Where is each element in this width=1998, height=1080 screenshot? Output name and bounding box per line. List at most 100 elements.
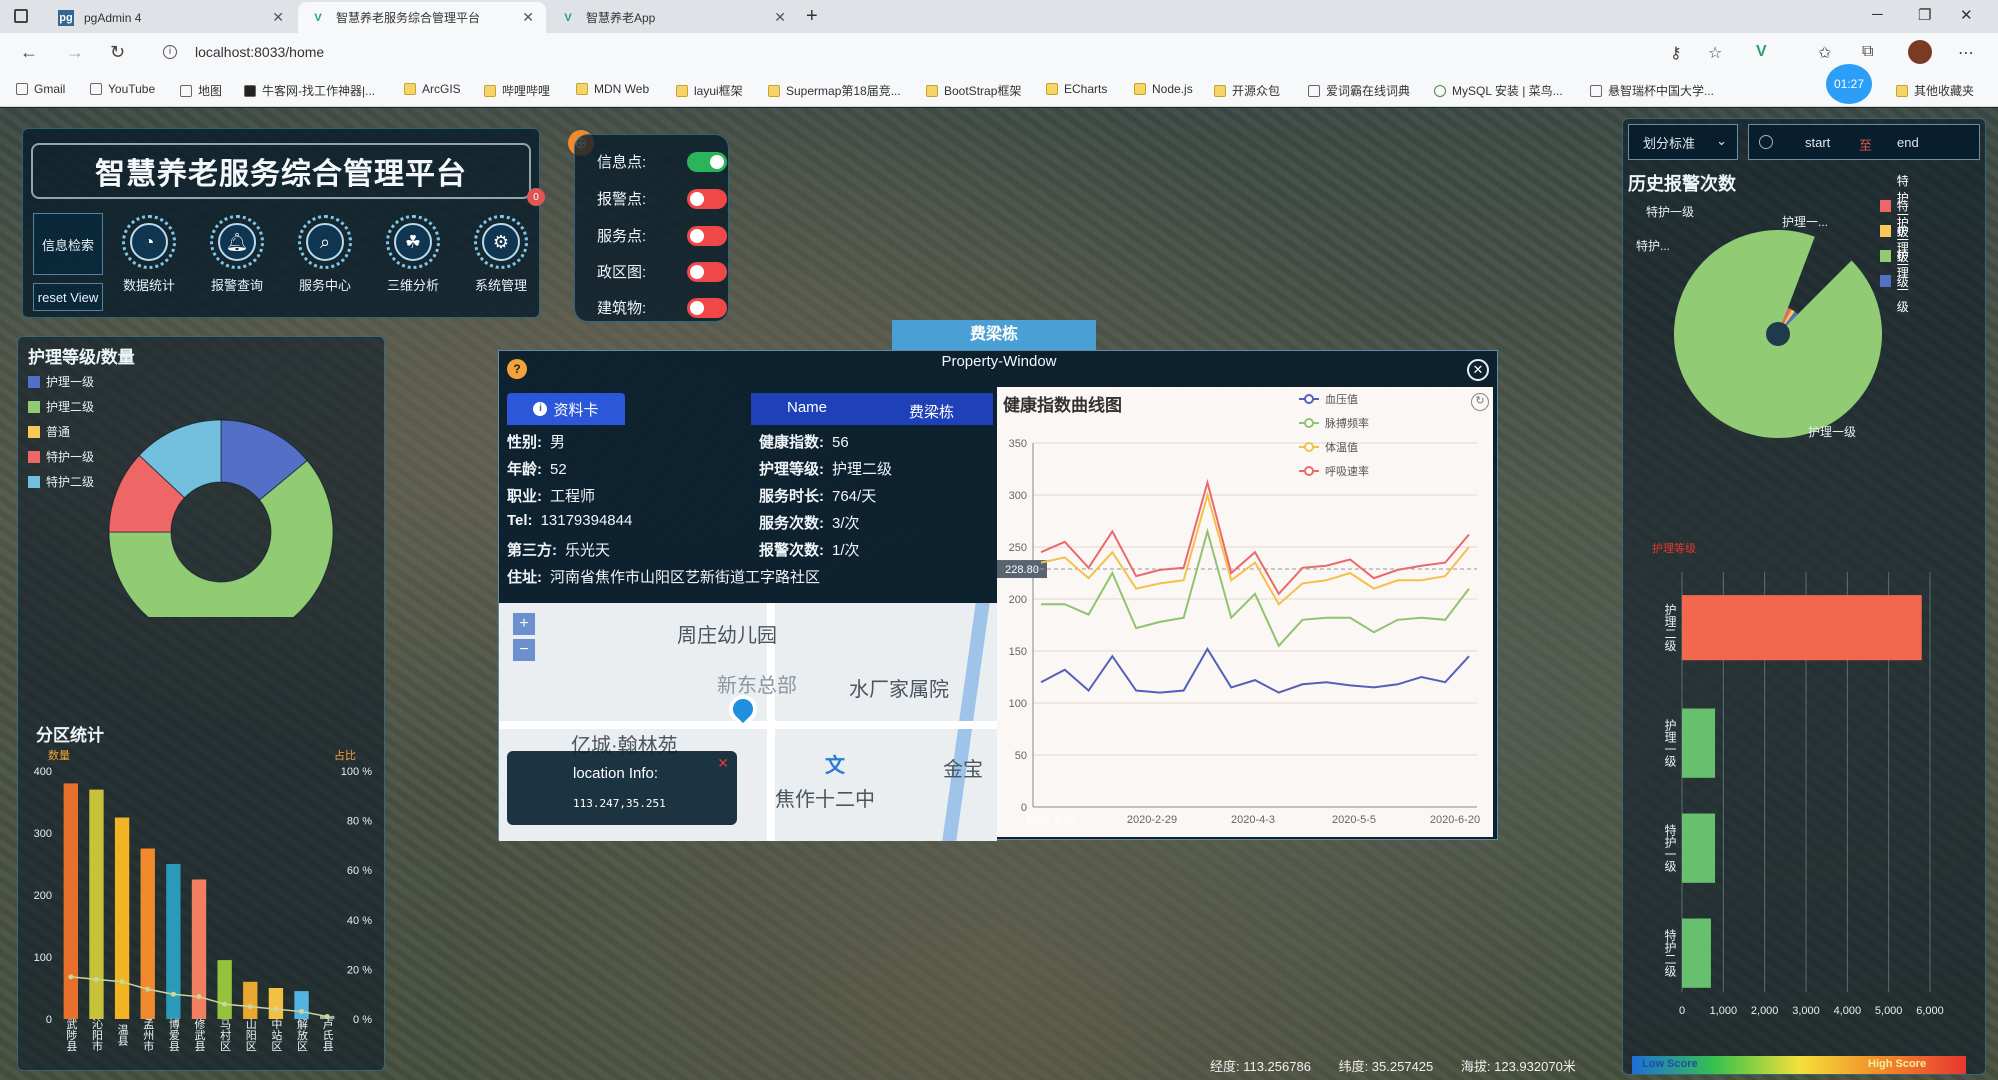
end-date-input[interactable]: end: [1897, 135, 1919, 150]
series-line: [1041, 527, 1470, 648]
y-tick-label: 特护二级: [1663, 928, 1677, 977]
key-icon[interactable]: ⚷: [1670, 43, 1682, 63]
name-header-label: Name: [787, 399, 828, 416]
close-tab-icon[interactable]: ✕: [774, 9, 786, 26]
tab-actions-icon[interactable]: [14, 9, 28, 23]
back-icon[interactable]: ←: [20, 42, 38, 63]
zoom-out-button[interactable]: −: [513, 639, 535, 661]
tab-profile-card[interactable]: i 资料卡: [507, 393, 625, 425]
legend-marker: [1304, 466, 1314, 476]
pie-label: 特护...: [1636, 238, 1670, 253]
tab-dashboard[interactable]: V 智慧养老服务综合管理平台 ✕: [298, 2, 546, 33]
location-mini-map[interactable]: + − 周庄幼儿园 新东总部 水厂家属院 亿城·翰林苑 金宝 焦作十二中 文 ✕…: [499, 603, 997, 841]
buildings-switch[interactable]: [687, 297, 727, 318]
favorite-star-icon[interactable]: ☆: [1708, 43, 1722, 63]
close-icon[interactable]: ✕: [1467, 359, 1489, 381]
bookmark-item[interactable]: YouTube: [90, 82, 155, 96]
tab-app[interactable]: V 智慧养老App ✕: [548, 2, 798, 33]
vue-devtools-icon[interactable]: V: [1756, 43, 1767, 61]
close-tab-icon[interactable]: ✕: [522, 9, 534, 26]
tab-pgadmin[interactable]: pg pgAdmin 4 ✕: [46, 2, 296, 33]
tool-label: 系统管理: [474, 278, 527, 293]
date-range-picker[interactable]: start 至 end: [1748, 124, 1980, 160]
tool-label: 报警查询: [210, 278, 263, 293]
legend-label: 脉搏频率: [1325, 416, 1369, 430]
bookmark-item[interactable]: 地图: [180, 82, 222, 99]
district-map-switch[interactable]: [687, 261, 727, 282]
close-tab-icon[interactable]: ✕: [272, 9, 284, 26]
alarm-points-switch[interactable]: [687, 188, 727, 209]
bookmark-item[interactable]: MySQL 安装 | 菜鸟...: [1434, 82, 1563, 99]
location-info-coords: 113.247,35.251: [573, 797, 666, 810]
pie-label: 护理一级: [1808, 425, 1856, 439]
name-header: Name 费梁栋: [751, 393, 993, 425]
bookmark-folder[interactable]: Supermap第18届竞...: [768, 82, 901, 99]
forward-icon[interactable]: →: [66, 42, 84, 63]
more-menu-icon[interactable]: ⋯: [1958, 43, 1974, 63]
start-date-input[interactable]: start: [1805, 135, 1830, 150]
nursing-bar: [1682, 595, 1922, 661]
url-field[interactable]: localhost:8033/home: [195, 44, 324, 60]
service-points-switch[interactable]: [687, 225, 727, 246]
reset-view-button[interactable]: reset View: [33, 283, 103, 311]
info-search-button[interactable]: 信息检索: [33, 213, 103, 275]
nursing-level-donut-chart[interactable]: [18, 377, 386, 617]
toggle-service-points: 服务点:: [597, 225, 727, 246]
nursing-level-bar-chart[interactable]: 0 1,000 2,000 3,000 4,000 5,000 6,000 护理二级护理一级特…: [1630, 552, 1980, 1022]
notification-badge[interactable]: 0: [527, 188, 545, 206]
alarm-history-title: 历史报警次数: [1628, 174, 1736, 194]
reload-icon[interactable]: ↻: [110, 42, 125, 63]
district-bar-chart[interactable]: 0 100 200 300 400 0 % 20 % 40 % 60 % 80 % 100 % 武陟县…: [18, 757, 386, 1067]
favorites-icon[interactable]: ✩: [1818, 43, 1831, 63]
data-stats-button[interactable]: ◔ 数据统计: [109, 215, 189, 294]
minimize-icon[interactable]: ─: [1872, 6, 1883, 23]
bookmark-item[interactable]: Gmail: [16, 82, 65, 96]
alarm-query-button[interactable]: 🔔︎ 报警查询: [197, 215, 277, 294]
y-tick-label: 50: [1015, 750, 1027, 762]
bookmark-folder[interactable]: layui框架: [676, 82, 743, 99]
bookmark-item[interactable]: 爱词霸在线词典: [1308, 82, 1410, 99]
bookmark-folder[interactable]: Node.js: [1134, 82, 1193, 96]
3d-analysis-button[interactable]: ☘ 三维分析: [373, 215, 453, 294]
y-tick-label: 0: [1021, 802, 1027, 814]
bookmark-folder[interactable]: 哔哩哔哩: [484, 82, 550, 99]
system-management-button[interactable]: ⚙ 系统管理: [461, 215, 541, 294]
bookmark-folder[interactable]: MDN Web: [576, 82, 649, 96]
info-points-switch[interactable]: [687, 151, 727, 172]
bookmark-folder[interactable]: 开源众包: [1214, 82, 1280, 99]
alarm-history-pie-chart[interactable]: 特护一级特护... 护理一... 护理一级: [1632, 196, 1972, 456]
series-line: [1040, 478, 1470, 596]
page-title: 智慧养老服务综合管理平台: [31, 143, 531, 199]
profile-avatar[interactable]: [1908, 40, 1932, 64]
new-tab-icon[interactable]: +: [806, 5, 818, 28]
x-tick-label: 温县: [116, 1024, 129, 1047]
health-line-chart[interactable]: 0 50 100 150 200 250 300 350 2020-3-30 2020-2-29 2…: [997, 387, 1493, 837]
classification-dropdown[interactable]: 划分标准 ⌄: [1628, 124, 1738, 160]
info-icon: i: [533, 402, 548, 416]
zoom-in-button[interactable]: +: [513, 613, 535, 635]
bookmark-folder[interactable]: BootStrap框架: [926, 82, 1021, 99]
bookmark-folder-other[interactable]: 其他收藏夹: [1896, 82, 1974, 99]
bookmark-item[interactable]: 悬智瑞杯中国大学...: [1590, 82, 1714, 99]
bookmark-folder[interactable]: ECharts: [1046, 82, 1107, 96]
ratio-point: [196, 994, 202, 1000]
layers-icon: ☘: [394, 223, 432, 261]
close-icon[interactable]: ✕: [717, 755, 729, 772]
x-tick-label: 5,000: [1875, 1005, 1903, 1017]
service-center-button[interactable]: ⌕ 服务中心: [285, 215, 365, 294]
collections-icon[interactable]: ⧉: [1862, 43, 1873, 61]
property-window: ? Property-Window ✕ i 资料卡 Name 费梁栋 性别: 男 …: [498, 350, 1498, 841]
map-poi-label: 周庄幼儿园: [677, 625, 777, 647]
site-info-icon[interactable]: i: [163, 45, 177, 59]
ratio-point: [170, 991, 176, 997]
tab-label: 智慧养老服务综合管理平台: [336, 11, 481, 25]
bookmark-folder[interactable]: ArcGIS: [404, 82, 461, 96]
restore-icon[interactable]: ❐: [1918, 6, 1931, 24]
nursing-level-title: 护理等级/数量: [28, 348, 135, 367]
legend-label: 血压值: [1325, 392, 1358, 406]
map-poi-label: 焦作十二中: [775, 789, 875, 811]
window-close-icon[interactable]: ✕: [1960, 6, 1973, 24]
vue-favicon-icon: V: [314, 11, 322, 24]
bookmark-item[interactable]: 牛客网-找工作神器|...: [244, 82, 375, 99]
series-line: [1040, 491, 1470, 606]
